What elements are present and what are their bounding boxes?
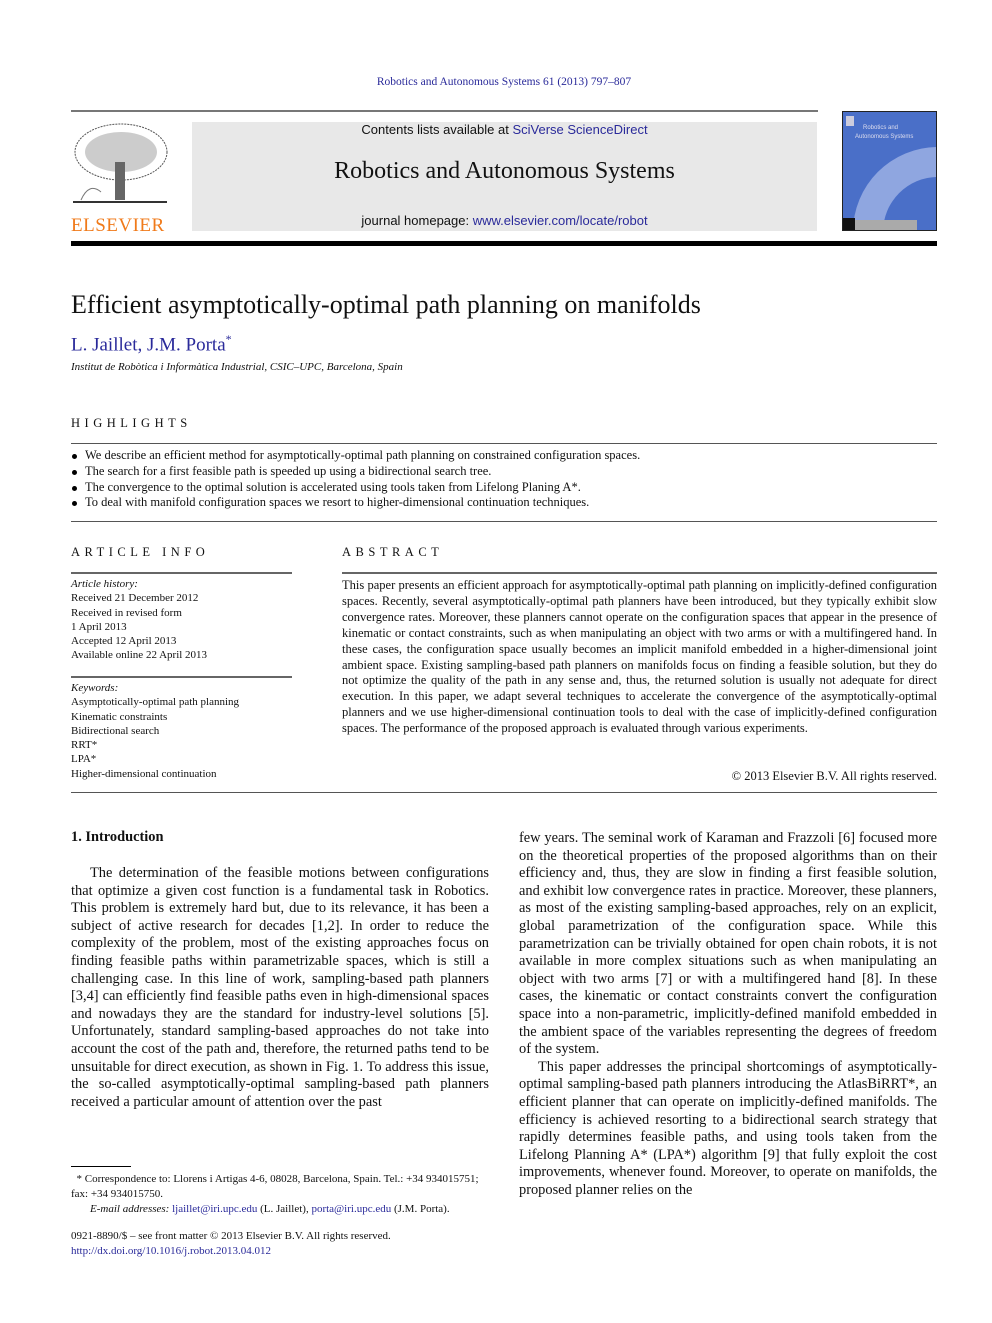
svg-text:Autonomous Systems: Autonomous Systems (855, 134, 913, 140)
highlight-item: To deal with manifold configuration spac… (71, 495, 937, 511)
email-line: E-mail addresses: ljaillet@iri.upc.edu (… (71, 1202, 490, 1217)
footnote-mark: * (76, 1173, 83, 1185)
email-owner: (J.M. Porta). (393, 1203, 450, 1215)
paper-page: Robotics and Autonomous Systems 61 (2013… (0, 0, 992, 1323)
journal-reference-link[interactable]: Robotics and Autonomous Systems 61 (2013… (0, 76, 992, 88)
front-matter: 0921-8890/$ – see front matter © 2013 El… (71, 1229, 391, 1259)
keyword: LPA* (71, 753, 97, 766)
keyword: Asymptotically-optimal path planning (71, 696, 240, 709)
keyword: RRT* (71, 739, 98, 752)
correspondence-note: * Correspondence to: Llorens i Artigas 4… (71, 1172, 490, 1202)
body-column-left: The determination of the feasible motion… (71, 865, 489, 1111)
email-link-jaillet[interactable]: ljaillet@iri.upc.edu (172, 1203, 257, 1215)
history-item: Accepted 12 April 2013 (71, 635, 177, 648)
body-paragraph: few years. The seminal work of Karaman a… (519, 830, 937, 1058)
highlight-item: We describe an efficient method for asym… (71, 448, 937, 464)
divider (71, 443, 937, 444)
elsevier-wordmark: ELSEVIER (71, 215, 171, 237)
history-item: Received in revised form (71, 606, 182, 619)
publisher-name: ELSEVIER (71, 215, 165, 236)
highlight-item: The search for a first feasible path is … (71, 464, 937, 480)
keyword: Higher-dimensional continuation (71, 767, 217, 780)
email-link-porta[interactable]: porta@iri.upc.edu (311, 1203, 391, 1215)
body-paragraph: This paper addresses the principal short… (519, 1058, 937, 1198)
abstract-heading: ABSTRACT (342, 545, 444, 559)
divider (71, 521, 937, 522)
section-heading: 1. Introduction (71, 829, 164, 845)
divider (342, 572, 937, 574)
copyright: © 2013 Elsevier B.V. All rights reserved… (731, 769, 937, 783)
article-info-heading: ARTICLE INFO (71, 545, 210, 559)
contents-prefix: Contents lists available at (361, 122, 513, 137)
doi-link[interactable]: http://dx.doi.org/10.1016/j.robot.2013.0… (71, 1244, 391, 1259)
email-label: E-mail addresses: (90, 1203, 170, 1215)
homepage-line: journal homepage: www.elsevier.com/locat… (192, 213, 817, 228)
corresponding-author-mark[interactable]: * (226, 332, 232, 346)
journal-banner: Contents lists available at SciVerse Sci… (192, 122, 817, 231)
article-history: Article history: Received 21 December 20… (71, 577, 207, 663)
highlights-heading: HIGHLIGHTS (71, 416, 192, 430)
email-owner: (L. Jaillet), (260, 1203, 309, 1215)
affiliation: Institut de Robòtica i Informàtica Indus… (71, 361, 403, 373)
divider (71, 792, 937, 793)
homepage-link[interactable]: www.elsevier.com/locate/robot (473, 213, 648, 228)
keyword: Kinematic constraints (71, 710, 168, 723)
history-item: Available online 22 April 2013 (71, 649, 208, 662)
cover-art-icon: Robotics and Autonomous Systems (843, 112, 936, 230)
journal-title: Robotics and Autonomous Systems (334, 158, 675, 184)
header-rule (71, 110, 818, 112)
header-thick-rule (71, 241, 937, 246)
homepage-prefix: journal homepage: (361, 213, 473, 228)
abstract-text: This paper presents an efficient approac… (342, 578, 937, 736)
correspondence-text: Correspondence to: Llorens i Artigas 4-6… (71, 1173, 479, 1200)
history-item: Received 21 December 2012 (71, 592, 199, 605)
elsevier-logo: ELSEVIER (71, 122, 171, 237)
keywords-label: Keywords: (71, 682, 119, 694)
history-label: Article history: (71, 578, 138, 590)
keyword: Bidirectional search (71, 724, 160, 737)
contents-line: Contents lists available at SciVerse Sci… (192, 122, 817, 137)
elsevier-tree-icon (73, 123, 168, 203)
divider (71, 572, 292, 574)
issn-line: 0921-8890/$ – see front matter © 2013 El… (71, 1230, 391, 1242)
journal-cover-image: Robotics and Autonomous Systems (842, 111, 937, 231)
highlight-item: The convergence to the optimal solution … (71, 480, 937, 496)
author-links[interactable]: L. Jaillet, J.M. Porta (71, 334, 226, 355)
body-paragraph: The determination of the feasible motion… (71, 865, 489, 1110)
sciencedirect-link[interactable]: SciVerse ScienceDirect (512, 122, 647, 137)
footnote: * Correspondence to: Llorens i Artigas 4… (71, 1172, 490, 1217)
body-column-right: few years. The seminal work of Karaman a… (519, 830, 937, 1199)
highlights-list: We describe an efficient method for asym… (71, 448, 937, 511)
history-item: 1 April 2013 (71, 620, 127, 633)
divider (71, 676, 292, 678)
authors: L. Jaillet, J.M. Porta* (71, 332, 232, 356)
svg-text:Robotics and: Robotics and (863, 125, 898, 131)
article-title: Efficient asymptotically-optimal path pl… (71, 290, 701, 319)
keywords: Keywords: Asymptotically-optimal path pl… (71, 681, 239, 781)
footnote-rule (71, 1166, 131, 1167)
